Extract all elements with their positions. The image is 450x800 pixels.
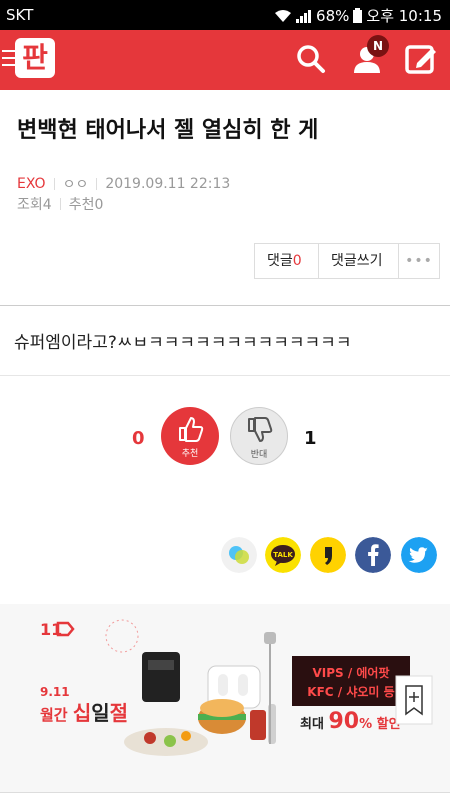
pann-logo[interactable]: 판 bbox=[15, 38, 55, 78]
post-stats: 조회4 추천0 bbox=[17, 194, 103, 214]
comments-button[interactable]: 댓글0 bbox=[255, 244, 319, 278]
views-label: 조회 bbox=[17, 197, 43, 213]
write-icon[interactable] bbox=[404, 42, 438, 76]
recommend-count: 0 bbox=[94, 197, 104, 213]
post-content: 슈퍼엠이라고?ㅆㅂㅋㅋㅋㅋㅋㅋㅋㅋㅋㅋㅋㅋㅋ bbox=[14, 333, 352, 353]
kakao-story-share-icon[interactable] bbox=[221, 537, 257, 573]
bottom-divider bbox=[0, 792, 450, 800]
comments-count: 0 bbox=[292, 253, 302, 269]
carrier-label: SKT bbox=[6, 6, 34, 24]
write-comment-button[interactable]: 댓글쓰기 bbox=[319, 244, 399, 278]
banner-brands-line2: KFC / 샤오미 등 bbox=[307, 684, 394, 699]
svg-text:TALK: TALK bbox=[273, 551, 293, 559]
thumbs-up-icon bbox=[179, 417, 204, 442]
status-right: 68% 오후 10:15 bbox=[274, 5, 442, 26]
post-author: ㅇㅇ bbox=[62, 177, 89, 193]
comment-actions: 댓글0 댓글쓰기 ••• bbox=[254, 243, 440, 279]
kakaotalk-share-icon[interactable]: TALK bbox=[265, 537, 301, 573]
banner-date: 9.11 bbox=[40, 685, 70, 699]
wifi-icon bbox=[275, 9, 292, 22]
comments-label: 댓글 bbox=[267, 253, 293, 269]
status-bar: SKT 68% 오후 10:15 bbox=[0, 0, 450, 30]
signal-icon bbox=[296, 9, 312, 23]
comma-share-icon[interactable] bbox=[310, 537, 346, 573]
more-button[interactable]: ••• bbox=[399, 244, 439, 278]
twitter-share-icon[interactable] bbox=[401, 537, 437, 573]
downvote-button[interactable]: 반대 bbox=[230, 407, 288, 465]
facebook-share-icon[interactable] bbox=[355, 537, 391, 573]
post-title: 변백현 태어나서 젤 열심히 한 게 bbox=[17, 118, 319, 143]
thumbs-down-icon bbox=[248, 417, 273, 442]
upvote-count: 0 bbox=[132, 428, 145, 449]
post-category[interactable]: EXO bbox=[17, 176, 46, 192]
post-datetime: 2019.09.11 22:13 bbox=[105, 176, 231, 192]
post-meta: EXO ㅇㅇ 2019.09.11 22:13 bbox=[17, 174, 230, 194]
battery-percent: 68% bbox=[316, 6, 350, 25]
divider bbox=[59, 198, 61, 210]
menu-icon[interactable] bbox=[2, 50, 16, 66]
ad-banner[interactable]: 11 9.11 월간 십일절 VIPS / 에어팟 KFC / 샤오미 등 최대… bbox=[0, 604, 450, 796]
divider bbox=[96, 178, 98, 190]
upvote-button[interactable]: 추천 bbox=[161, 407, 219, 465]
search-icon[interactable] bbox=[294, 42, 328, 76]
divider bbox=[53, 178, 55, 190]
banner-event-title: 월간 십일절 bbox=[40, 701, 128, 725]
banner-discount: 최대 90% 할인 bbox=[300, 709, 401, 734]
views-count: 4 bbox=[42, 197, 52, 213]
battery-icon bbox=[353, 8, 363, 23]
banner-art: 11 9.11 월간 십일절 VIPS / 에어팟 KFC / 샤오미 등 최대… bbox=[40, 619, 433, 756]
upvote-label: 추천 bbox=[181, 449, 199, 459]
clock: 오후 10:15 bbox=[366, 7, 442, 25]
downvote-count: 1 bbox=[304, 428, 317, 449]
downvote-label: 반대 bbox=[250, 450, 268, 460]
banner-brands-line1: VIPS / 에어팟 bbox=[312, 665, 389, 680]
notification-badge[interactable]: N bbox=[367, 35, 389, 57]
recommend-label: 추천 bbox=[68, 197, 95, 213]
divider bbox=[0, 305, 450, 306]
divider bbox=[0, 375, 450, 376]
